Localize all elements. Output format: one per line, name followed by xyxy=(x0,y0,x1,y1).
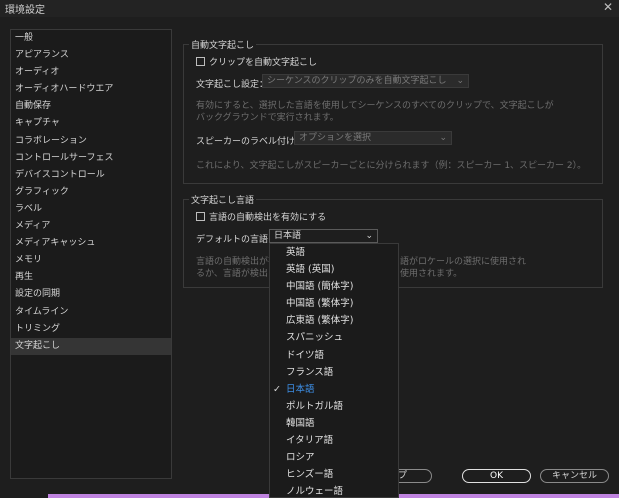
dropdown-option-label: 広東語 (繁体字) xyxy=(286,315,354,327)
checkmark-icon: ✓ xyxy=(273,383,281,395)
dropdown-option-label: 日本語 xyxy=(286,383,315,395)
dropdown-option-label: 中国語 (繁体字) xyxy=(286,298,354,310)
language-group-title: 文字起こし言語 xyxy=(189,193,257,206)
auto-transcribe-description-2: バックグラウンドで実行されます。 xyxy=(196,113,339,123)
dropdown-option-label: 英語 xyxy=(286,247,306,258)
dropdown-option[interactable]: ロシア xyxy=(270,449,398,466)
dropdown-option-label: ヒンズー語 xyxy=(286,469,334,481)
cancel-button[interactable]: キャンセル xyxy=(540,469,609,483)
help-button-label: プ xyxy=(398,471,408,481)
sidebar-item[interactable]: グラフィック xyxy=(11,184,171,201)
sidebar-item[interactable]: メディア xyxy=(11,218,171,235)
sidebar-item[interactable]: 再生 xyxy=(11,269,171,286)
sidebar-item[interactable]: 一般 xyxy=(11,30,171,47)
dropdown-option-label: 中国語 (簡体字) xyxy=(286,281,354,293)
dropdown-option-label: ロシア xyxy=(286,452,315,464)
dropdown-option[interactable]: ✓ 日本語 xyxy=(270,381,398,398)
auto-transcribe-checkbox-label[interactable]: クリップを自動文字起こし xyxy=(209,55,317,68)
dropdown-option[interactable]: ノルウェー語 xyxy=(270,483,398,498)
chevron-down-icon: ⌄ xyxy=(365,231,373,241)
dropdown-option[interactable]: イタリア語 xyxy=(270,432,398,449)
ok-button[interactable]: OK xyxy=(462,469,531,483)
dropdown-option-label: フランス語 xyxy=(286,366,334,378)
dropdown-option[interactable]: ヒンズー語 xyxy=(270,466,398,483)
sidebar-item[interactable]: デバイスコントロール xyxy=(11,167,171,184)
dropdown-option[interactable]: 英語 (英国) xyxy=(270,261,398,278)
auto-transcribe-checkbox[interactable] xyxy=(196,57,205,66)
dropdown-option-label: ポルトガル語 xyxy=(286,400,344,412)
sidebar-item[interactable]: 設定の同期 xyxy=(11,286,171,303)
dropdown-option-label: スパニッシュ xyxy=(286,332,344,344)
transcribe-setting-label: 文字起こし設定： xyxy=(196,80,269,90)
sidebar-item[interactable]: キャプチャ xyxy=(11,115,171,132)
title-bar: 環境設定 ✕ xyxy=(0,0,619,17)
sidebar-item[interactable]: 自動保存 xyxy=(11,98,171,115)
sidebar-item[interactable]: トリミング xyxy=(11,321,171,338)
dropdown-option[interactable]: ポルトガル語 xyxy=(270,398,398,415)
language-dropdown-menu: 英語英語 (英国) 中国語 (簡体字) 中国語 (繁体字) 広東語 (繁体字) スパニッ… xyxy=(269,243,399,498)
dropdown-option[interactable]: スパニッシュ xyxy=(270,329,398,346)
sidebar-item[interactable]: ラベル xyxy=(11,201,171,218)
auto-transcribe-group-title: 自動文字起こし xyxy=(189,38,257,51)
chevron-down-icon: ⌄ xyxy=(439,133,447,143)
dropdown-option[interactable]: 広東語 (繁体字) xyxy=(270,312,398,329)
transcribe-setting-value: シーケンスのクリップのみを自動文字起こし xyxy=(267,76,447,86)
speaker-label: スピーカーのラベル付け： xyxy=(196,137,305,147)
dropdown-option[interactable]: 中国語 (簡体字) xyxy=(270,278,398,295)
sidebar-item[interactable]: オーディオ xyxy=(11,64,171,81)
default-language-dropdown[interactable]: 日本語 ⌄ xyxy=(269,229,378,243)
chevron-down-icon: ⌄ xyxy=(456,76,464,86)
sidebar-item[interactable]: 文字起こし xyxy=(11,337,171,355)
default-language-label: デフォルトの言語： xyxy=(196,235,278,245)
dropdown-option[interactable]: 韓国語 xyxy=(270,415,398,432)
dropdown-option-label: イタリア語 xyxy=(286,435,334,447)
bottom-accent-bar xyxy=(48,494,270,498)
sidebar-item[interactable]: コラボレーション xyxy=(11,133,171,150)
sidebar-item[interactable]: コントロールサーフェス xyxy=(11,150,171,167)
dropdown-option[interactable]: フランス語 xyxy=(270,364,398,381)
default-language-value: 日本語 xyxy=(274,231,302,241)
speaker-value: オプションを選択 xyxy=(299,133,372,143)
preferences-sidebar: 一般 アピアランス オーディオ オーディオハードウエア 自動保存 キャプチャ コラボレーショ… xyxy=(10,29,172,479)
dropdown-option[interactable]: 中国語 (繁体字) xyxy=(270,295,398,312)
language-description-right-2: 使用されます。 xyxy=(400,269,463,279)
language-description-left-2: るか、言語が検出さ xyxy=(196,269,277,279)
dropdown-option[interactable]: ドイツ語 xyxy=(270,347,398,364)
sidebar-item[interactable]: オーディオハードウエア xyxy=(11,81,171,98)
dropdown-option[interactable]: 英語 xyxy=(270,244,398,261)
window-title: 環境設定 xyxy=(5,5,45,16)
sidebar-item[interactable]: メディアキャッシュ xyxy=(11,235,171,252)
dropdown-option-label: ドイツ語 xyxy=(286,349,325,361)
dropdown-option-label: 英語 (英国) xyxy=(286,264,335,276)
close-icon[interactable]: ✕ xyxy=(603,0,613,14)
auto-detect-checkbox-label[interactable]: 言語の自動検出を有効にする xyxy=(209,210,326,223)
sidebar-item[interactable]: メモリ xyxy=(11,252,171,269)
dropdown-option-label: ノルウェー語 xyxy=(286,486,344,498)
speaker-description: これにより、文字起こしがスピーカーごとに分けられます（例：スピーカー 1、スピー… xyxy=(196,161,587,171)
sidebar-item[interactable]: アピアランス xyxy=(11,47,171,64)
bottom-accent-bar-right xyxy=(398,494,619,498)
speaker-dropdown[interactable]: オプションを選択 ⌄ xyxy=(294,131,452,145)
sidebar-item[interactable]: タイムライン xyxy=(11,304,171,321)
dropdown-option-label: 韓国語 xyxy=(286,417,315,429)
auto-detect-checkbox[interactable] xyxy=(196,212,205,221)
transcribe-setting-dropdown[interactable]: シーケンスのクリップのみを自動文字起こし ⌄ xyxy=(262,74,469,88)
